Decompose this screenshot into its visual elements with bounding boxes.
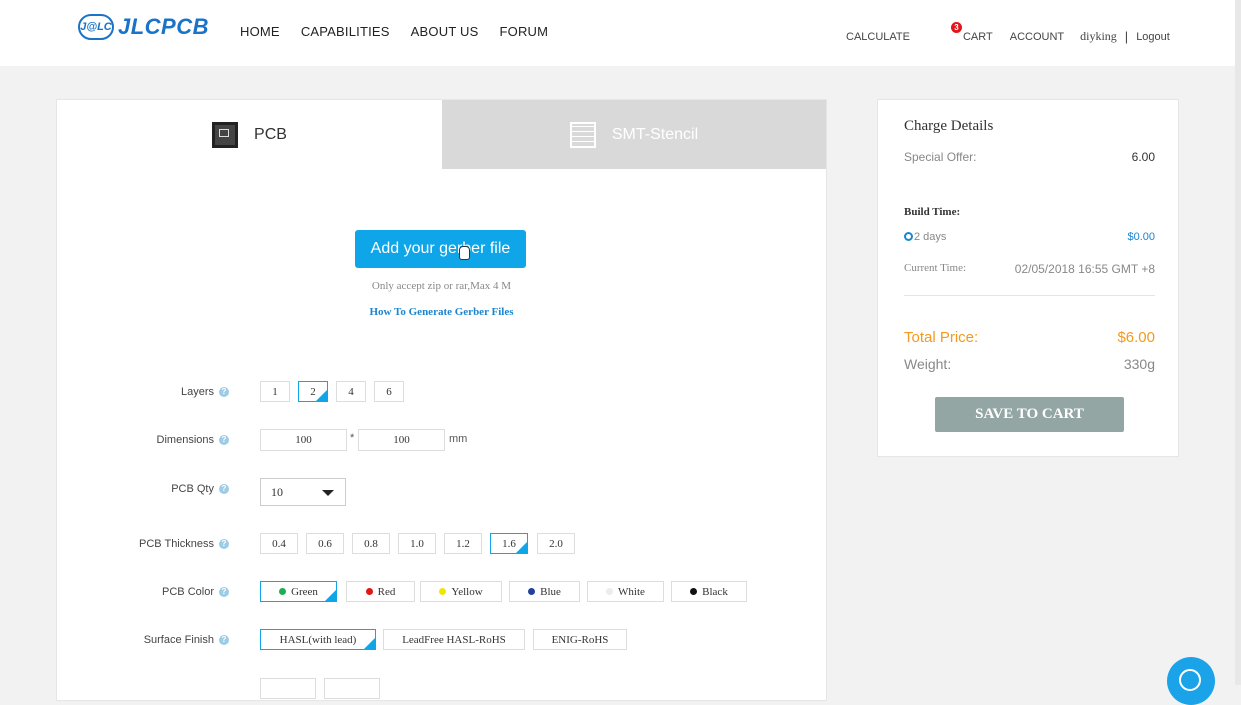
width-input[interactable]: 100 xyxy=(260,429,347,451)
nav-cart[interactable]: 3 CART xyxy=(950,21,993,43)
help-icon[interactable]: ? xyxy=(219,539,229,549)
logo-badge: J@LC xyxy=(78,14,114,40)
next-row-option-1[interactable] xyxy=(260,678,316,699)
tab-smt-stencil[interactable]: SMT-Stencil xyxy=(442,100,826,169)
finish-option-leadfree[interactable]: LeadFree HASL-RoHS xyxy=(383,629,525,650)
dimensions-label: Dimensions? xyxy=(57,434,229,446)
color-option-red[interactable]: Red xyxy=(346,581,415,602)
chat-button[interactable] xyxy=(1167,657,1215,705)
help-icon[interactable]: ? xyxy=(219,387,229,397)
white-swatch-icon xyxy=(606,588,614,595)
nav-home[interactable]: HOME xyxy=(240,24,280,39)
qty-value: 10 xyxy=(271,484,283,499)
qty-label: PCB Qty? xyxy=(57,483,229,495)
thickness-option-1-6[interactable]: 1.6 xyxy=(490,533,528,554)
dimension-times: * xyxy=(350,432,355,444)
order-panel: PCB SMT-Stencil Add your gerber file Onl… xyxy=(56,99,827,701)
chat-icon xyxy=(1179,669,1201,691)
stencil-icon xyxy=(569,121,596,148)
thickness-label: PCB Thickness? xyxy=(57,538,229,550)
help-icon[interactable]: ? xyxy=(219,484,229,494)
build-time-price: $0.00 xyxy=(1127,231,1155,243)
finish-option-hasl[interactable]: HASL(with lead) xyxy=(260,629,376,650)
color-option-blue[interactable]: Blue xyxy=(509,581,580,602)
thickness-option-0-6[interactable]: 0.6 xyxy=(306,533,344,554)
weight-row: Weight: 330g xyxy=(904,356,1155,372)
page-scrollbar[interactable] xyxy=(1235,0,1241,685)
pcb-board-icon xyxy=(212,121,239,148)
nav-forum[interactable]: FORUM xyxy=(500,24,549,39)
help-icon[interactable]: ? xyxy=(219,587,229,597)
weight-value: 330g xyxy=(1123,356,1155,372)
add-gerber-button[interactable]: Add your gerber file xyxy=(355,230,526,268)
color-option-green[interactable]: Green xyxy=(260,581,337,602)
height-input[interactable]: 100 xyxy=(358,429,445,451)
total-price-value: $6.00 xyxy=(1117,329,1155,346)
jlcpcb-logo[interactable]: J@LC JLCPCB xyxy=(78,14,209,40)
blue-swatch-icon xyxy=(528,588,536,595)
current-time-value: 02/05/2018 16:55 GMT +8 xyxy=(1014,262,1155,276)
current-time-row: Current Time: 02/05/2018 16:55 GMT +8 xyxy=(904,262,1155,276)
layers-option-6[interactable]: 6 xyxy=(374,381,404,402)
hand-cursor-icon xyxy=(459,246,470,260)
color-option-black[interactable]: Black xyxy=(671,581,747,602)
finish-option-enig[interactable]: ENIG-RoHS xyxy=(533,629,627,650)
build-time-label: Build Time: xyxy=(904,206,961,218)
layers-label: Layers? xyxy=(57,386,229,398)
thickness-option-1-2[interactable]: 1.2 xyxy=(444,533,482,554)
cart-count-badge: 3 xyxy=(950,21,962,33)
green-swatch-icon xyxy=(279,588,287,595)
caret-down-icon xyxy=(322,490,334,496)
tab-pcb-label: PCB xyxy=(254,125,287,143)
special-offer-value: 6.00 xyxy=(1131,150,1155,164)
total-price-row: Total Price: $6.00 xyxy=(904,329,1155,346)
next-row-option-2[interactable] xyxy=(324,678,380,699)
thickness-option-0-4[interactable]: 0.4 xyxy=(260,533,298,554)
red-swatch-icon xyxy=(365,588,373,595)
thickness-option-1-0[interactable]: 1.0 xyxy=(398,533,436,554)
yellow-swatch-icon xyxy=(439,588,447,595)
logo-text: JLCPCB xyxy=(118,14,210,39)
nav-logout[interactable]: Logout xyxy=(1136,31,1170,43)
cart-label: CART xyxy=(962,30,993,43)
nav-capabilities[interactable]: CAPABILITIES xyxy=(301,24,390,39)
tab-smt-label: SMT-Stencil xyxy=(611,125,699,143)
help-icon[interactable]: ? xyxy=(219,635,229,645)
color-option-yellow[interactable]: Yellow xyxy=(420,581,502,602)
color-option-white[interactable]: White xyxy=(587,581,664,602)
main-nav: HOME CAPABILITIES ABOUT US FORUM xyxy=(240,24,569,39)
tab-pcb[interactable]: PCB xyxy=(57,100,442,169)
nav-separator: | xyxy=(1124,29,1129,44)
divider xyxy=(904,295,1155,296)
layers-option-4[interactable]: 4 xyxy=(336,381,366,402)
nav-calculate[interactable]: CALCULATE xyxy=(846,31,910,43)
build-time-row[interactable]: 2 days $0.00 xyxy=(904,231,1155,243)
username[interactable]: diyking xyxy=(1080,29,1117,44)
nav-account[interactable]: ACCOUNT xyxy=(1010,31,1064,43)
finish-label: Surface Finish? xyxy=(57,634,229,646)
layers-option-1[interactable]: 1 xyxy=(260,381,290,402)
layers-option-2[interactable]: 2 xyxy=(298,381,328,402)
radio-selected-icon[interactable] xyxy=(904,232,913,241)
charge-details-panel: Charge Details Special Offer: 6.00 Build… xyxy=(877,99,1179,457)
dimension-unit: mm xyxy=(449,433,468,445)
save-to-cart-button[interactable]: SAVE TO CART xyxy=(935,397,1124,432)
special-offer-row: Special Offer: 6.00 xyxy=(904,150,1155,164)
thickness-option-0-8[interactable]: 0.8 xyxy=(352,533,390,554)
thickness-option-2-0[interactable]: 2.0 xyxy=(537,533,575,554)
qty-select[interactable]: 10 xyxy=(260,478,346,506)
upload-note: Only accept zip or rar,Max 4 M xyxy=(371,280,512,292)
color-label: PCB Color? xyxy=(57,586,229,598)
charge-title: Charge Details xyxy=(904,118,994,134)
how-to-generate-link[interactable]: How To Generate Gerber Files xyxy=(57,306,826,318)
help-icon[interactable]: ? xyxy=(219,435,229,445)
add-gerber-label: Add your gerber file xyxy=(370,240,511,257)
user-nav: CALCULATE 3 CART ACCOUNT diyking | Logou… xyxy=(846,21,1170,44)
top-header: J@LC JLCPCB HOME CAPABILITIES ABOUT US F… xyxy=(0,0,1241,66)
nav-about-us[interactable]: ABOUT US xyxy=(411,24,479,39)
black-swatch-icon xyxy=(690,588,698,595)
